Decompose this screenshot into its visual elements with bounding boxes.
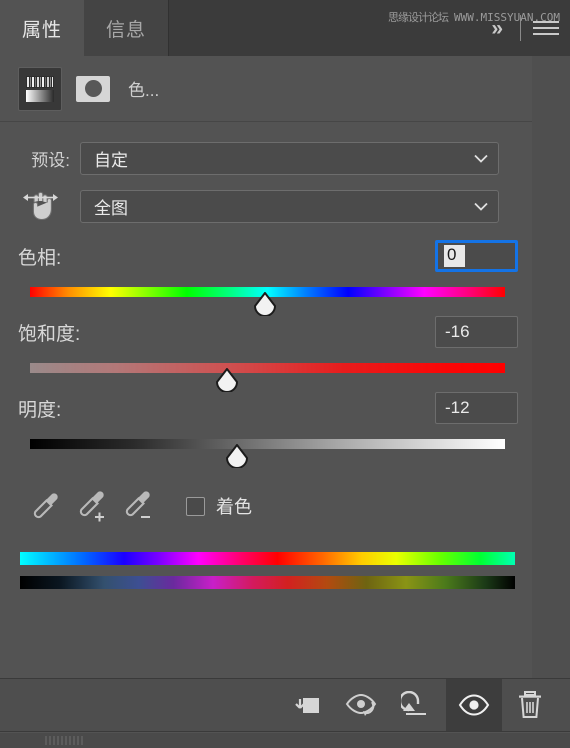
eyedropper-sample-icon[interactable] bbox=[22, 486, 68, 526]
preset-value: 自定 bbox=[94, 150, 128, 170]
view-previous-state-icon bbox=[345, 693, 377, 716]
adjustment-header: 色... bbox=[0, 56, 570, 122]
toggle-visibility-button[interactable] bbox=[446, 679, 502, 731]
colorize-label: 着色 bbox=[216, 497, 252, 517]
lightness-value-field[interactable]: -12 bbox=[435, 392, 518, 424]
saturation-slider-thumb[interactable] bbox=[214, 368, 240, 393]
slider-thumb-glyph bbox=[254, 292, 277, 317]
eyedropper-glyph bbox=[33, 493, 58, 519]
eyedropper-tools-row: 着色 bbox=[0, 480, 570, 532]
tab-info[interactable]: 信息 bbox=[84, 0, 169, 56]
on-image-adjust-hand-icon[interactable] bbox=[0, 188, 80, 224]
lightness-value-text: -12 bbox=[445, 398, 470, 417]
layer-mask-thumbnail[interactable] bbox=[76, 75, 110, 102]
saturation-label-row: 饱和度: -16 bbox=[0, 316, 570, 352]
collapse-panel-icon[interactable]: » bbox=[485, 14, 511, 43]
saturation-label: 饱和度: bbox=[18, 324, 81, 345]
photoshop-properties-panel: 属性 信息 » 思缘设计论坛 WWW.MISSYUAN.COM 色... 预设:… bbox=[0, 0, 570, 748]
hue-slider-thumb[interactable] bbox=[252, 292, 278, 317]
view-previous-state-button[interactable] bbox=[334, 679, 390, 731]
clip-to-layer-button[interactable] bbox=[278, 679, 334, 731]
tab-info-label: 信息 bbox=[106, 19, 147, 41]
panel-right-edge bbox=[532, 56, 570, 678]
panel-menu-icon[interactable] bbox=[530, 13, 562, 43]
saturation-value-text: -16 bbox=[445, 322, 470, 341]
slider-thumb-glyph bbox=[216, 368, 239, 393]
panel-bottom-toolbar bbox=[0, 678, 570, 732]
saturation-slider-block: 饱和度: -16 bbox=[0, 316, 570, 393]
saturation-value-field[interactable]: -16 bbox=[435, 316, 518, 348]
panel-resize-grip[interactable] bbox=[45, 736, 85, 745]
hue-value-field[interactable]: 0 bbox=[435, 240, 518, 272]
lightness-label: 明度: bbox=[18, 400, 62, 421]
chevron-down-icon bbox=[474, 202, 488, 211]
adjustment-title: 色... bbox=[128, 81, 160, 100]
delete-adjustment-button[interactable] bbox=[502, 679, 558, 731]
eyedropper-plus-glyph bbox=[79, 491, 104, 522]
channel-row: 全图 bbox=[0, 184, 570, 228]
hue-saturation-glyph bbox=[26, 75, 54, 102]
hue-label: 色相: bbox=[18, 248, 62, 269]
lightness-label-row: 明度: -12 bbox=[0, 392, 570, 428]
colorize-checkbox[interactable] bbox=[186, 496, 205, 516]
saturation-gradient-track[interactable] bbox=[30, 363, 505, 373]
hue-value-text: 0 bbox=[444, 245, 466, 267]
lightness-slider-block: 明度: -12 bbox=[0, 392, 570, 469]
trash-icon bbox=[519, 691, 541, 718]
reset-adjustment-button[interactable] bbox=[390, 679, 446, 731]
preset-row: 预设: 自定 bbox=[0, 136, 570, 180]
hand-scrub-glyph bbox=[23, 191, 58, 221]
preset-label: 预设: bbox=[31, 150, 70, 170]
channel-value: 全图 bbox=[94, 198, 128, 218]
channel-dropdown[interactable]: 全图 bbox=[80, 189, 499, 223]
tab-bar-divider bbox=[520, 15, 521, 41]
colorize-checkbox-wrap[interactable]: 着色 bbox=[186, 493, 252, 519]
reset-icon bbox=[401, 691, 426, 715]
source-color-range-bar[interactable] bbox=[20, 552, 515, 565]
clip-to-layer-icon bbox=[295, 698, 319, 713]
chevron-down-icon bbox=[474, 154, 488, 163]
lightness-track-wrap bbox=[0, 430, 570, 469]
eyedropper-add-icon[interactable] bbox=[68, 486, 114, 526]
result-color-range-bar[interactable] bbox=[20, 576, 515, 589]
panel-tab-controls: » bbox=[485, 0, 562, 56]
tab-properties[interactable]: 属性 bbox=[0, 0, 85, 56]
slider-thumb-glyph bbox=[226, 444, 249, 469]
preset-dropdown[interactable]: 自定 bbox=[80, 141, 499, 175]
lightness-slider-thumb[interactable] bbox=[224, 444, 250, 469]
tab-properties-label: 属性 bbox=[22, 19, 63, 41]
panel-tab-bar: 属性 信息 » bbox=[0, 0, 570, 56]
lightness-gradient-track[interactable] bbox=[30, 439, 505, 449]
hue-saturation-icon[interactable] bbox=[18, 66, 62, 111]
eye-icon bbox=[458, 694, 490, 716]
hue-track-wrap bbox=[0, 278, 570, 317]
panel-footer-strip bbox=[0, 733, 570, 748]
hue-slider-block: 色相: 0 bbox=[0, 240, 570, 317]
mask-circle-shape bbox=[84, 80, 102, 97]
eyedropper-minus-glyph bbox=[125, 491, 150, 518]
eyedropper-subtract-icon[interactable] bbox=[114, 486, 160, 526]
saturation-track-wrap bbox=[0, 354, 570, 393]
hue-label-row: 色相: 0 bbox=[0, 240, 570, 276]
